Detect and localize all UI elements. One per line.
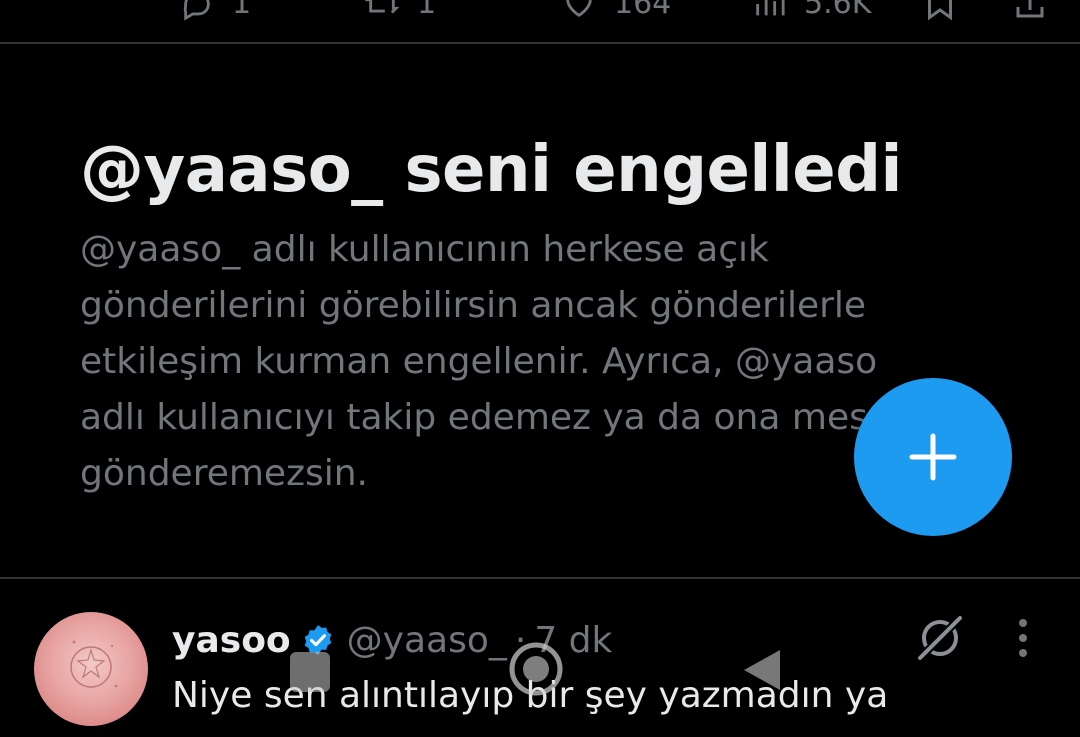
- display-name[interactable]: yasoo: [172, 620, 291, 661]
- avatar[interactable]: [34, 612, 148, 726]
- nav-home-button[interactable]: [508, 641, 564, 697]
- divider: [0, 577, 1080, 579]
- bookmark-icon: [928, 0, 952, 21]
- nav-recents-button[interactable]: [290, 652, 330, 692]
- divider: [0, 42, 1080, 44]
- heart-icon: [566, 0, 592, 17]
- repost-icon: [365, 0, 399, 14]
- like-action[interactable]: 164: [562, 0, 671, 21]
- repost-count: 1: [417, 0, 437, 21]
- views-action[interactable]: 5.6K: [752, 0, 871, 21]
- repost-action[interactable]: 1: [365, 0, 436, 21]
- views-count: 5.6K: [804, 0, 872, 21]
- reply-count: 1: [232, 0, 252, 21]
- compose-button[interactable]: [854, 378, 1012, 536]
- like-count: 164: [614, 0, 672, 21]
- share-icon: [1016, 0, 1044, 18]
- more-options-icon[interactable]: [1010, 618, 1036, 658]
- blocked-title: @yaaso_ seni engelledi: [80, 133, 902, 207]
- plus-icon: [909, 433, 957, 481]
- user-handle[interactable]: @yaaso_: [347, 620, 507, 661]
- views-icon: [756, 0, 785, 15]
- nav-back-button[interactable]: [740, 646, 784, 694]
- reply-action[interactable]: 1: [180, 0, 251, 21]
- avatar-image: [34, 612, 148, 726]
- grok-icon[interactable]: [914, 612, 966, 664]
- share-action[interactable]: [1012, 0, 1048, 22]
- bookmark-action[interactable]: [922, 0, 958, 22]
- reply-icon: [183, 0, 210, 21]
- blocked-description: @yaaso_ adlı kullanıcının herkese açık g…: [80, 229, 900, 494]
- tweet-action-bar: 1 1 164 5.6K: [0, 0, 1080, 42]
